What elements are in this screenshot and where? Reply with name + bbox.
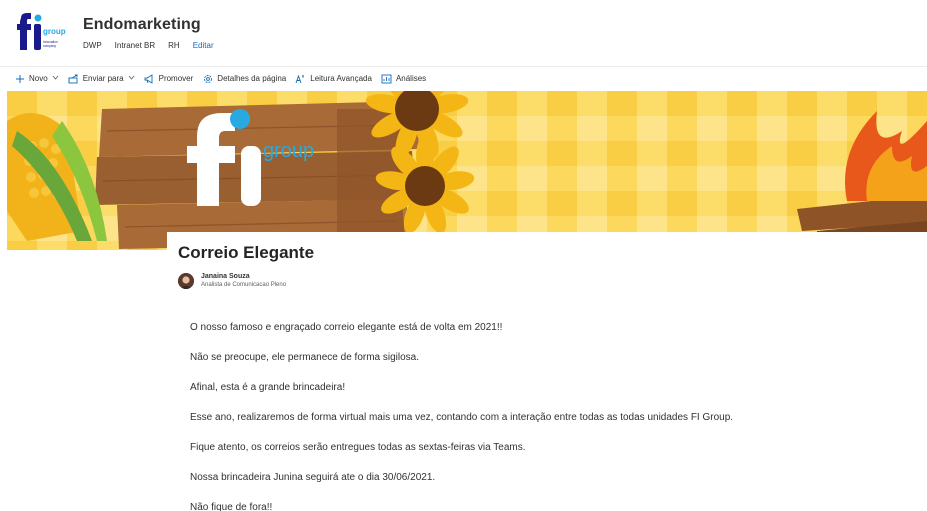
immersive-reader-icon bbox=[295, 73, 306, 84]
nav-link-rh[interactable]: RH bbox=[168, 41, 180, 50]
article-body: O nosso famoso e engraçado correio elega… bbox=[190, 321, 890, 511]
svg-text:group: group bbox=[43, 27, 66, 36]
svg-text:company: company bbox=[43, 44, 56, 48]
site-nav: DWP Intranet BR RH Editar bbox=[83, 41, 227, 50]
promote-button[interactable]: Promover bbox=[144, 73, 194, 84]
send-to-button[interactable]: Enviar para bbox=[68, 73, 135, 84]
share-icon bbox=[68, 73, 79, 84]
paragraph: Não se preocupe, ele permanece de forma … bbox=[190, 352, 420, 363]
chevron-down-icon bbox=[128, 75, 135, 82]
festa-junina-banner-image: group bbox=[7, 91, 927, 250]
send-to-button-label: Enviar para bbox=[82, 74, 124, 83]
plus-icon bbox=[14, 73, 25, 84]
paragraph: O nosso famoso e engraçado correio elega… bbox=[190, 322, 503, 333]
site-title-block: Endomarketing DWP Intranet BR RH Editar bbox=[83, 16, 227, 50]
megaphone-icon bbox=[144, 73, 155, 84]
author-byline[interactable]: Janaina Souza Analista de Comunicacao Pl… bbox=[178, 272, 286, 289]
new-button-label: Novo bbox=[29, 74, 48, 83]
gear-icon bbox=[202, 73, 213, 84]
promote-button-label: Promover bbox=[158, 74, 194, 83]
chevron-down-icon bbox=[52, 75, 59, 82]
paragraph: Afinal, esta é a grande brincadeira! bbox=[190, 382, 346, 393]
analytics-button[interactable]: Análises bbox=[381, 73, 426, 84]
author-role: Analista de Comunicacao Pleno bbox=[201, 282, 287, 288]
site-logo[interactable]: group Innovation company bbox=[12, 12, 68, 54]
site-title[interactable]: Endomarketing bbox=[83, 16, 227, 34]
paragraph: Fique atento, os correios serão entregue… bbox=[190, 442, 526, 453]
nav-link-dwp[interactable]: DWP bbox=[83, 41, 102, 50]
nav-edit-link[interactable]: Editar bbox=[193, 41, 214, 50]
hero-banner: group bbox=[7, 91, 927, 250]
paragraph: Nossa brincadeira Junina seguirá ate o d… bbox=[190, 472, 436, 483]
analytics-button-label: Análises bbox=[395, 74, 427, 83]
analytics-icon bbox=[381, 73, 392, 84]
avatar[interactable] bbox=[178, 272, 194, 289]
paragraph: Não fique de fora!! bbox=[190, 502, 273, 511]
command-bar: Novo Enviar para Promover Detalhes da pá… bbox=[0, 66, 927, 90]
person-avatar-icon bbox=[178, 272, 194, 289]
page-title: Correio Elegante bbox=[178, 243, 315, 262]
svg-text:group: group bbox=[263, 140, 314, 162]
author-info: Janaina Souza Analista de Comunicacao Pl… bbox=[201, 272, 286, 289]
nav-link-intranet-br[interactable]: Intranet BR bbox=[115, 41, 155, 50]
site-header: group Innovation company Endomarketing D… bbox=[0, 0, 927, 65]
immersive-reader-button-label: Leitura Avançada bbox=[310, 74, 372, 83]
immersive-reader-button[interactable]: Leitura Avançada bbox=[295, 73, 372, 84]
author-name[interactable]: Janaina Souza bbox=[201, 272, 286, 281]
page-details-button[interactable]: Detalhes da página bbox=[202, 73, 286, 84]
page-details-button-label: Detalhes da página bbox=[217, 74, 287, 83]
new-button[interactable]: Novo bbox=[14, 73, 59, 84]
fi-group-logo-icon: group Innovation company bbox=[17, 13, 66, 50]
paragraph: Esse ano, realizaremos de forma virtual … bbox=[190, 412, 734, 423]
